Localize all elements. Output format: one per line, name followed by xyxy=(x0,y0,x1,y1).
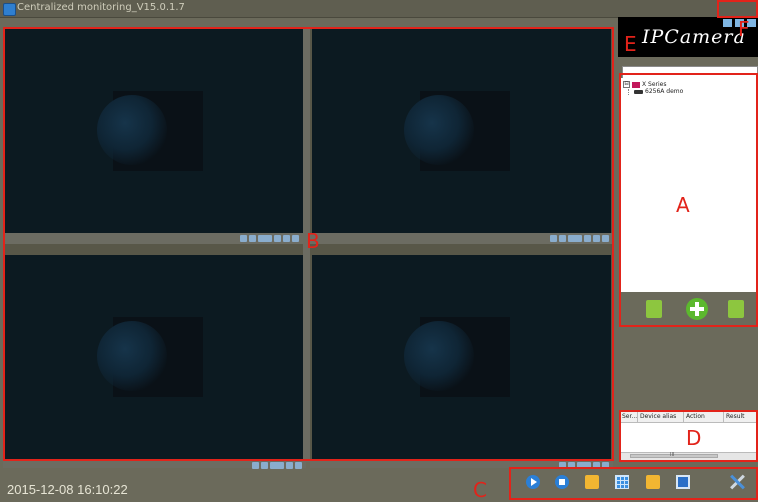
annotation-label-a: A xyxy=(676,193,690,217)
annotation-label-b: B xyxy=(306,229,320,253)
annotation-label-c: C xyxy=(473,478,487,502)
app-icon xyxy=(3,3,16,16)
title-bar: Centralized monitoring_V15.0.1.7 xyxy=(0,0,758,18)
current-datetime: 2015-12-08 16:10:22 xyxy=(7,482,128,497)
snapshot-icon[interactable] xyxy=(286,462,293,469)
annotation-label-f: F xyxy=(738,17,750,41)
annotation-label-e: E xyxy=(624,32,637,56)
annotation-box-f xyxy=(717,0,758,18)
pencil-icon[interactable] xyxy=(252,462,259,469)
volume-icon[interactable] xyxy=(261,462,268,469)
pane-3-control-bar xyxy=(3,460,306,469)
speak-icon[interactable] xyxy=(270,462,284,469)
window-title: Centralized monitoring_V15.0.1.7 xyxy=(17,2,185,13)
annotation-label-d: D xyxy=(686,426,702,450)
brand-logo: IPCamera xyxy=(642,26,746,48)
logo-area: IPCamera xyxy=(618,17,758,57)
restore-icon[interactable] xyxy=(723,19,732,27)
settings-icon[interactable] xyxy=(295,462,302,469)
annotation-box-c xyxy=(509,467,758,500)
